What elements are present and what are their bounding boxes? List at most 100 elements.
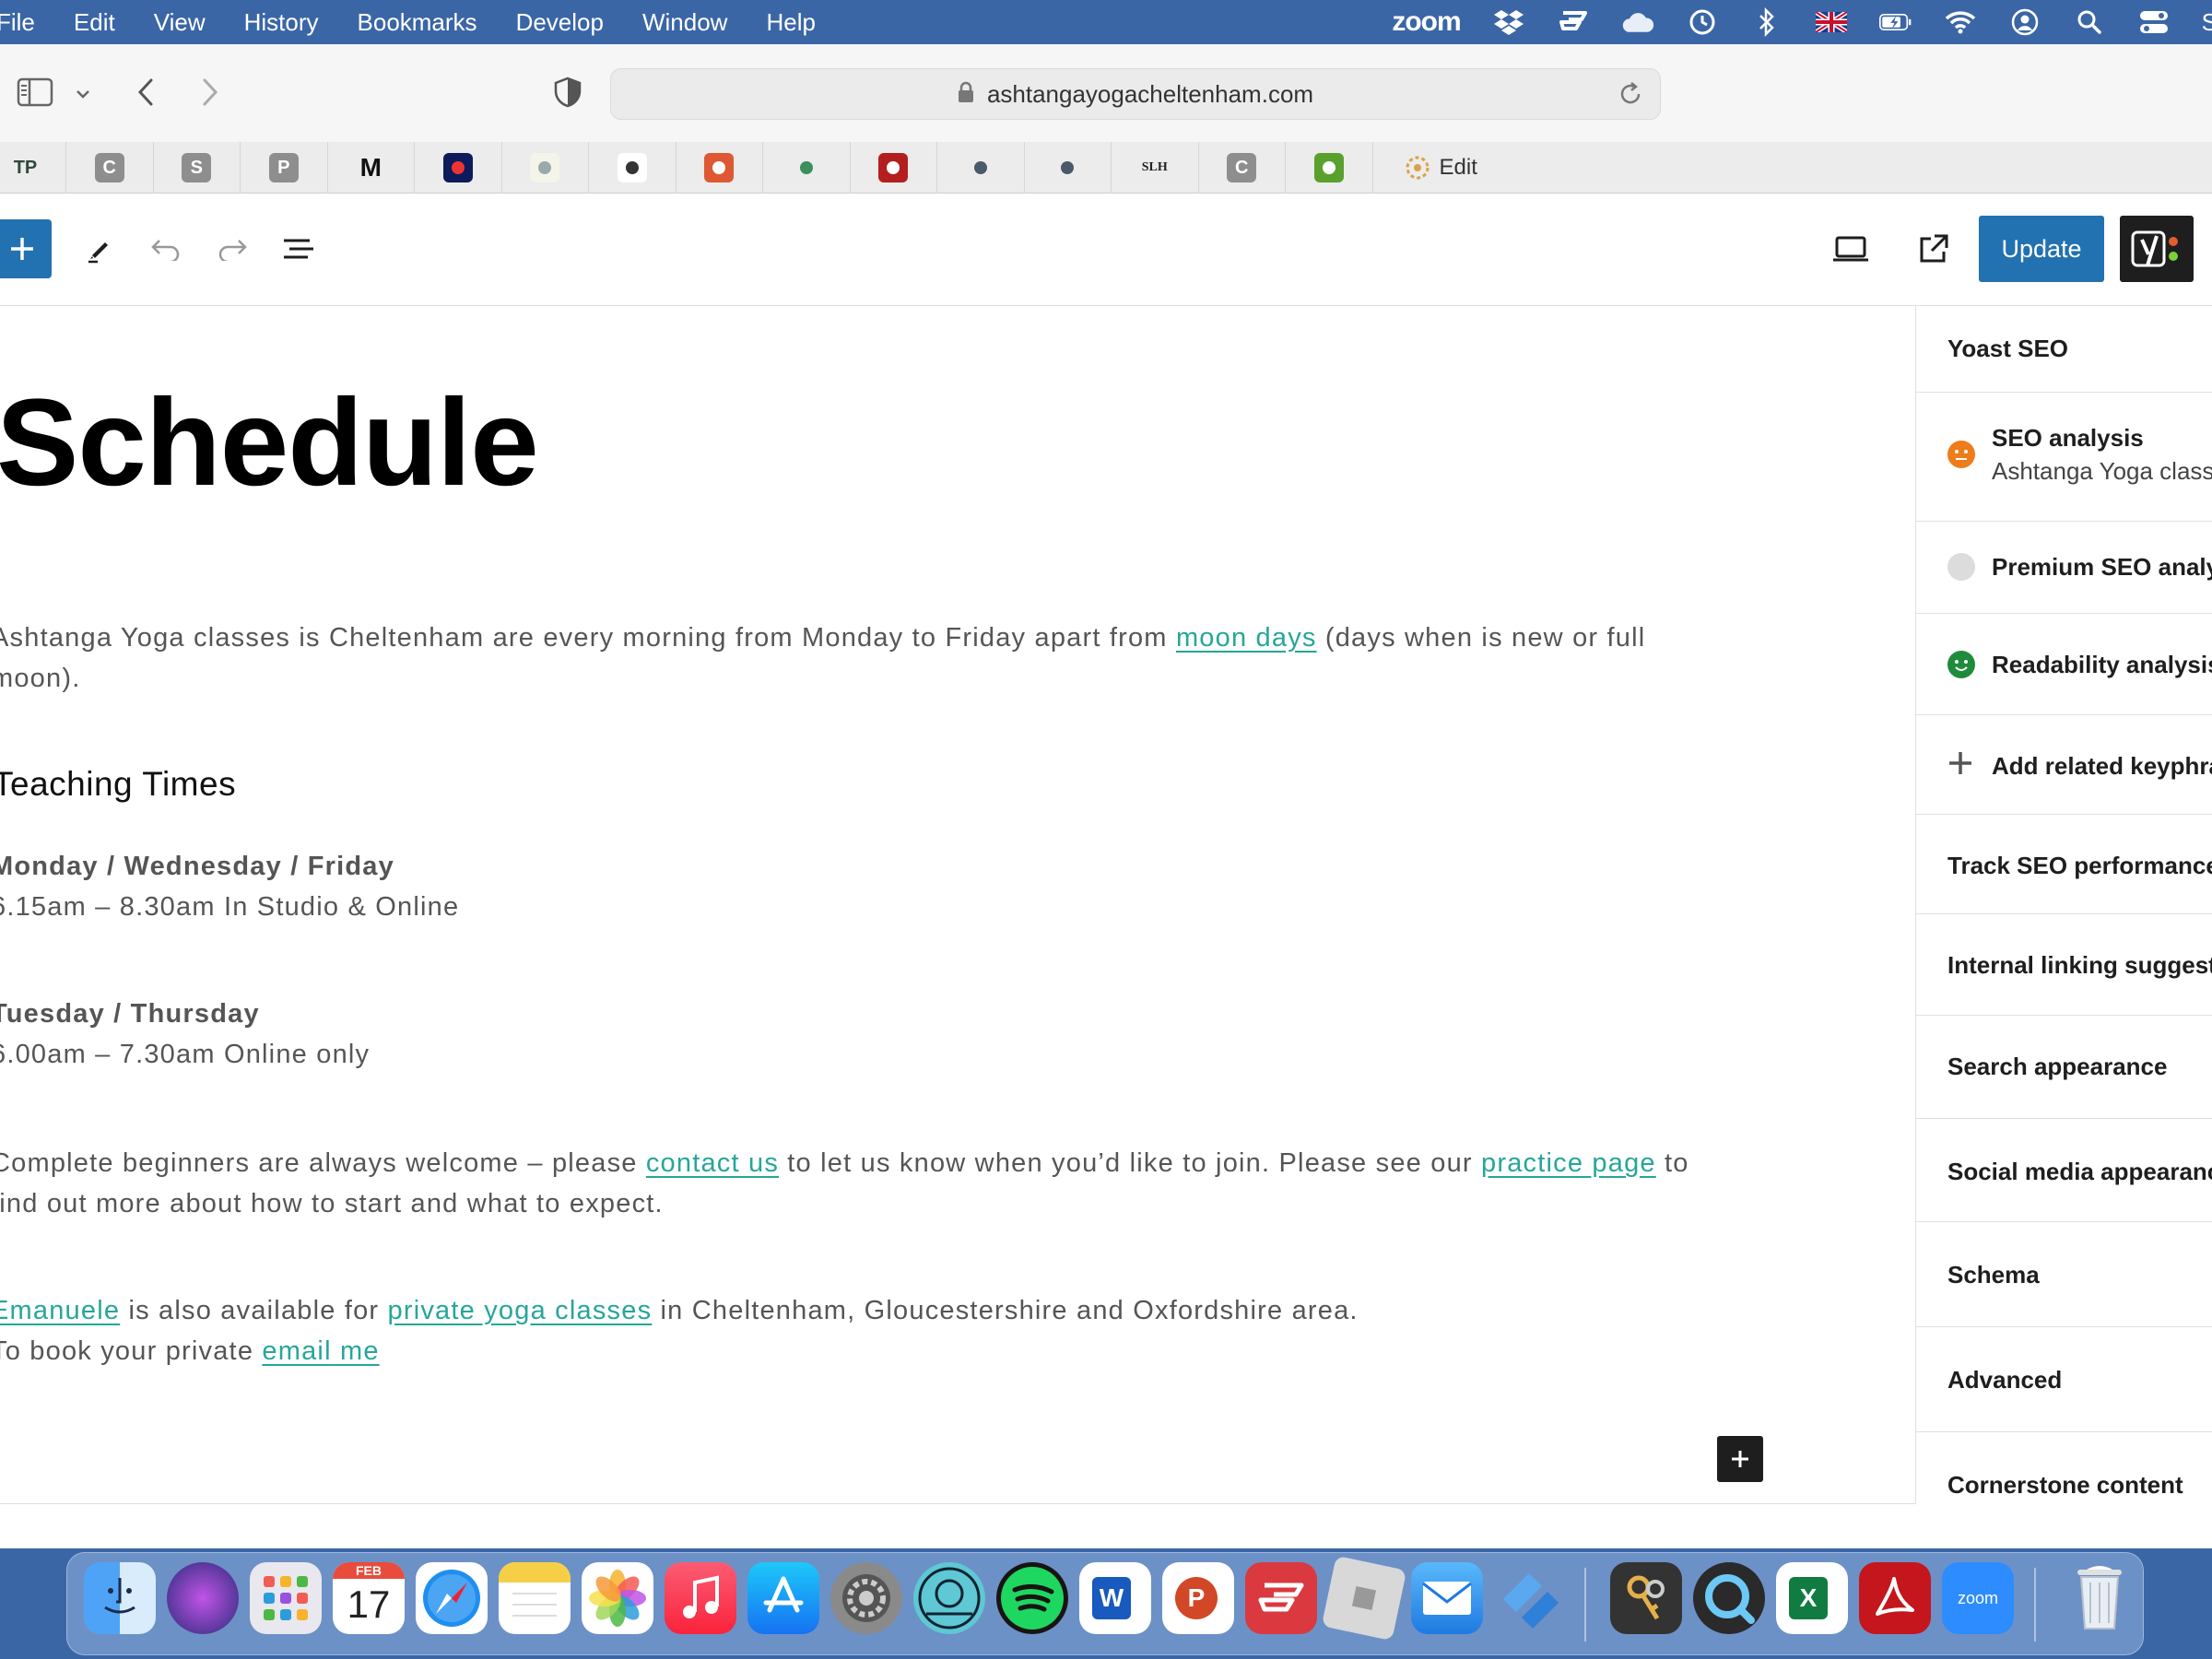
search-appearance-panel[interactable]: Search appearance xyxy=(1916,1016,2212,1119)
moon-days-link[interactable]: moon days xyxy=(1176,623,1317,653)
readability-panel[interactable]: Readability analysis xyxy=(1916,614,2212,715)
anydesk-like-icon[interactable] xyxy=(1494,1562,1566,1634)
notes-icon[interactable] xyxy=(499,1562,571,1634)
roblox-icon[interactable] xyxy=(1321,1555,1407,1641)
favorite-item[interactable] xyxy=(851,142,937,194)
calendar-icon[interactable]: FEB 17 xyxy=(333,1562,405,1634)
system-preferences-icon[interactable] xyxy=(830,1562,902,1634)
spotlight-search-icon[interactable] xyxy=(2073,6,2106,39)
zoom-app-icon[interactable]: zoom xyxy=(1942,1562,2014,1634)
emanuele-link[interactable]: Emanuele xyxy=(0,1296,120,1325)
cornerstone-panel[interactable]: Cornerstone content xyxy=(1916,1432,2212,1504)
menubar-clock-fragment[interactable]: S xyxy=(2202,8,2212,37)
track-seo-panel[interactable]: Track SEO performance xyxy=(1916,815,2212,914)
siri-icon[interactable] xyxy=(167,1562,239,1634)
address-bar[interactable]: ashtangayogacheltenham.com xyxy=(610,68,1661,120)
reload-icon[interactable] xyxy=(1618,81,1643,112)
spotify-icon[interactable] xyxy=(996,1562,1068,1634)
favorite-item[interactable]: M xyxy=(328,142,415,194)
favorite-item[interactable]: SLH xyxy=(1112,142,1199,194)
mail-icon[interactable] xyxy=(1411,1562,1483,1634)
forward-icon[interactable] xyxy=(195,74,225,111)
app-store-icon[interactable] xyxy=(747,1562,819,1634)
favorite-item[interactable] xyxy=(763,142,851,194)
trash-icon[interactable] xyxy=(2064,1562,2136,1634)
premium-seo-panel[interactable]: Premium SEO analysis xyxy=(1916,522,2212,614)
yoast-panel-toggle-icon[interactable] xyxy=(2120,216,2194,282)
preview-device-icon[interactable] xyxy=(1832,230,1869,267)
teaching-times-heading[interactable]: Teaching Times xyxy=(0,765,236,804)
menu-file[interactable]: File xyxy=(0,8,35,37)
seo-analysis-panel[interactable]: SEO analysis Ashtanga Yoga classes xyxy=(1916,393,2212,522)
undo-icon[interactable] xyxy=(147,230,184,267)
schedule-block-2[interactable]: Tuesday / Thursday 6.00am – 7.30am Onlin… xyxy=(0,994,370,1075)
social-appearance-panel[interactable]: Social media appearance xyxy=(1916,1119,2212,1222)
bluetooth-icon[interactable] xyxy=(1750,6,1783,39)
menu-bookmarks[interactable]: Bookmarks xyxy=(358,8,477,37)
favorite-item[interactable]: TP xyxy=(0,142,66,194)
expressvpn-icon[interactable] xyxy=(1557,6,1590,39)
menu-edit[interactable]: Edit xyxy=(74,8,115,37)
time-machine-icon[interactable] xyxy=(1686,6,1719,39)
favorite-item[interactable]: C xyxy=(1199,142,1286,194)
view-post-external-icon[interactable] xyxy=(1915,230,1952,267)
contact-us-link[interactable]: contact us xyxy=(646,1148,779,1178)
favorite-item[interactable] xyxy=(415,142,502,194)
menu-help[interactable]: Help xyxy=(766,8,815,37)
launchpad-icon[interactable] xyxy=(250,1562,322,1634)
back-icon[interactable] xyxy=(131,74,160,111)
email-me-link[interactable]: email me xyxy=(262,1336,379,1366)
favorite-item[interactable] xyxy=(1286,142,1373,194)
advanced-panel[interactable]: Advanced xyxy=(1916,1327,2212,1432)
safari-icon[interactable] xyxy=(416,1562,488,1634)
menu-history[interactable]: History xyxy=(244,8,319,37)
menu-develop[interactable]: Develop xyxy=(516,8,604,37)
powerpoint-icon[interactable]: P xyxy=(1162,1562,1234,1634)
ring-app-icon[interactable] xyxy=(913,1562,985,1634)
cloud-icon[interactable] xyxy=(1621,6,1654,39)
photos-icon[interactable] xyxy=(582,1562,653,1634)
favorite-item[interactable]: P xyxy=(241,142,328,194)
block-inserter-button[interactable] xyxy=(1717,1436,1763,1482)
internal-linking-panel[interactable]: Internal linking suggestions xyxy=(1916,914,2212,1016)
chevron-down-icon[interactable] xyxy=(72,83,94,105)
related-keyphrase-panel[interactable]: Add related keyphrase xyxy=(1916,715,2212,815)
user-account-icon[interactable] xyxy=(2008,6,2041,39)
post-title[interactable]: Schedule xyxy=(0,372,539,513)
sidebar-toggle-icon[interactable] xyxy=(15,74,55,111)
word-icon[interactable]: W xyxy=(1079,1562,1151,1634)
favorite-item-edit[interactable]: Edit xyxy=(1373,142,1558,194)
intro-paragraph[interactable]: Ashtanga Yoga classes is Cheltenham are … xyxy=(0,618,1645,699)
quicktime-icon[interactable] xyxy=(1693,1562,1765,1634)
favorite-item[interactable] xyxy=(937,142,1025,194)
favorite-item[interactable] xyxy=(677,142,763,194)
finder-icon[interactable] xyxy=(84,1562,156,1634)
zoom-status-item[interactable]: zoom xyxy=(1392,6,1461,38)
document-overview-icon[interactable] xyxy=(280,230,317,267)
redo-icon[interactable] xyxy=(214,230,251,267)
edit-pencil-icon[interactable] xyxy=(81,230,118,267)
favorite-item[interactable]: C xyxy=(66,142,154,194)
favorite-item[interactable]: S xyxy=(154,142,241,194)
favorite-item[interactable] xyxy=(502,142,589,194)
practice-page-link[interactable]: practice page xyxy=(1481,1148,1656,1178)
beginners-paragraph[interactable]: Complete beginners are always welcome – … xyxy=(0,1143,1689,1224)
menu-window[interactable]: Window xyxy=(642,8,727,37)
dropbox-icon[interactable] xyxy=(1492,6,1525,39)
wifi-icon[interactable] xyxy=(1944,6,1977,39)
favorite-item[interactable] xyxy=(1025,142,1112,194)
keychain-icon[interactable] xyxy=(1610,1562,1682,1634)
uk-flag-icon[interactable] xyxy=(1815,6,1848,39)
expressvpn-app-icon[interactable] xyxy=(1245,1562,1317,1634)
acrobat-icon[interactable] xyxy=(1859,1562,1931,1634)
update-button[interactable]: Update xyxy=(1979,216,2104,282)
privacy-shield-icon[interactable] xyxy=(551,74,584,111)
music-icon[interactable] xyxy=(665,1562,736,1634)
private-classes-paragraph[interactable]: Emanuele is also available for private y… xyxy=(0,1290,1359,1371)
excel-icon[interactable]: X xyxy=(1776,1562,1848,1634)
favorite-item[interactable] xyxy=(589,142,677,194)
menu-view[interactable]: View xyxy=(154,8,206,37)
control-center-icon[interactable] xyxy=(2137,6,2171,39)
schema-panel[interactable]: Schema xyxy=(1916,1222,2212,1327)
add-block-button[interactable] xyxy=(0,219,52,278)
